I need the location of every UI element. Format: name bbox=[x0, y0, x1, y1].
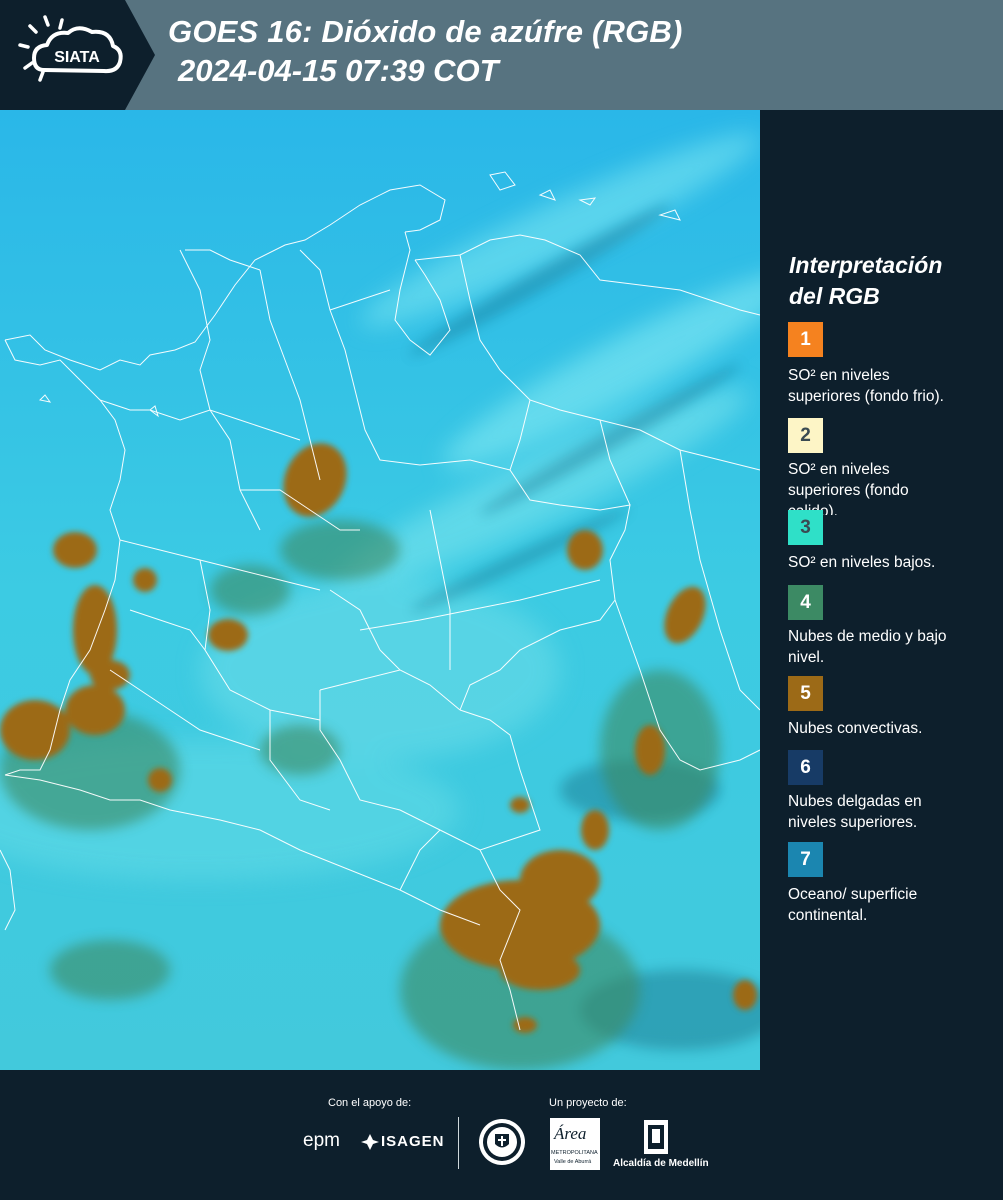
legend-desc-line: nivel. bbox=[788, 649, 825, 666]
alcaldia-logo-text: Alcaldía de Medellín bbox=[613, 1158, 709, 1169]
legend-desc-line: SO² en niveles bbox=[788, 461, 890, 478]
legend-desc-1: SO² en niveles superiores (fondo frio). bbox=[788, 365, 993, 407]
legend-swatch-5: 5 bbox=[788, 676, 823, 711]
legend-number: 5 bbox=[800, 682, 811, 704]
legend-desc-4: Nubes de medio y bajo nivel. bbox=[788, 626, 993, 668]
legend-swatch-1: 1 bbox=[788, 322, 823, 357]
legend-swatch-3: 3 bbox=[788, 510, 823, 545]
legend-swatch-7: 7 bbox=[788, 842, 823, 877]
legend-number: 4 bbox=[800, 591, 811, 613]
support-label: Con el apoyo de: bbox=[328, 1097, 412, 1109]
siata-logo-text: SIATA bbox=[54, 49, 100, 66]
legend-desc-line: superiores (fondo bbox=[788, 482, 909, 499]
isagen-logo: ISAGEN bbox=[381, 1133, 445, 1150]
satellite-map bbox=[0, 110, 760, 1070]
legend-number: 2 bbox=[800, 424, 811, 446]
legend-desc-line: SO² en niveles bbox=[788, 367, 890, 384]
area-metropolitana-logo: Área METROPOLITANA Valle de Aburrá bbox=[550, 1118, 600, 1170]
footer: Con el apoyo de: Un proyecto de: epm ISA… bbox=[0, 1070, 1003, 1200]
legend-desc-line: Nubes convectivas. bbox=[788, 720, 923, 737]
alcaldia-shield-logo bbox=[643, 1119, 669, 1160]
legend-swatch-2: 2 bbox=[788, 418, 823, 453]
legend-desc-line: Oceano/ superficie bbox=[788, 886, 918, 903]
legend-desc-line: superiores (fondo frio). bbox=[788, 388, 944, 405]
area-logo-text: Área bbox=[554, 1124, 587, 1143]
epm-logo: epm bbox=[303, 1130, 340, 1151]
legend-title: Interpretación del RGB bbox=[789, 250, 999, 312]
area-logo-sub2: Valle de Aburrá bbox=[554, 1159, 592, 1165]
legend-number: 7 bbox=[800, 848, 811, 870]
legend-swatch-4: 4 bbox=[788, 585, 823, 620]
legend-title-line2: del RGB bbox=[789, 283, 880, 309]
legend-desc-5: Nubes convectivas. bbox=[788, 718, 993, 739]
legend-number: 1 bbox=[800, 328, 811, 350]
legend-number: 3 bbox=[800, 516, 811, 538]
legend-desc-line: SO² en niveles bajos. bbox=[788, 554, 936, 571]
legend-desc-line: niveles superiores. bbox=[788, 814, 918, 831]
isagen-logo-icon bbox=[360, 1133, 380, 1156]
legend-number: 6 bbox=[800, 756, 811, 778]
legend-desc-line: Nubes delgadas en bbox=[788, 793, 922, 810]
project-label: Un proyecto de: bbox=[549, 1097, 627, 1109]
legend-desc-line: continental. bbox=[788, 907, 868, 924]
footer-divider bbox=[458, 1117, 459, 1169]
legend-title-line1: Interpretación bbox=[789, 252, 943, 278]
legend-swatch-6: 6 bbox=[788, 750, 823, 785]
legend-desc-3: SO² en niveles bajos. bbox=[788, 552, 993, 573]
legend-desc-6: Nubes delgadas en niveles superiores. bbox=[788, 791, 993, 833]
page-timestamp: 2024-04-15 07:39 COT bbox=[178, 53, 499, 88]
area-logo-sub1: METROPOLITANA bbox=[551, 1150, 598, 1156]
page-title: GOES 16: Dióxido de azúfre (RGB) bbox=[168, 14, 683, 49]
header-bar: SIATA GOES 16: Dióxido de azúfre (RGB) 2… bbox=[0, 0, 1003, 110]
siata-logo: SIATA bbox=[0, 0, 155, 110]
legend-desc-2: SO² en niveles superiores (fondo calido)… bbox=[788, 459, 993, 515]
medellin-seal-logo bbox=[478, 1118, 526, 1171]
legend-desc-7: Oceano/ superficie continental. bbox=[788, 884, 993, 926]
legend-desc-line: Nubes de medio y bajo bbox=[788, 628, 947, 645]
legend-panel: Interpretación del RGB 1 SO² en niveles … bbox=[760, 110, 1003, 1070]
